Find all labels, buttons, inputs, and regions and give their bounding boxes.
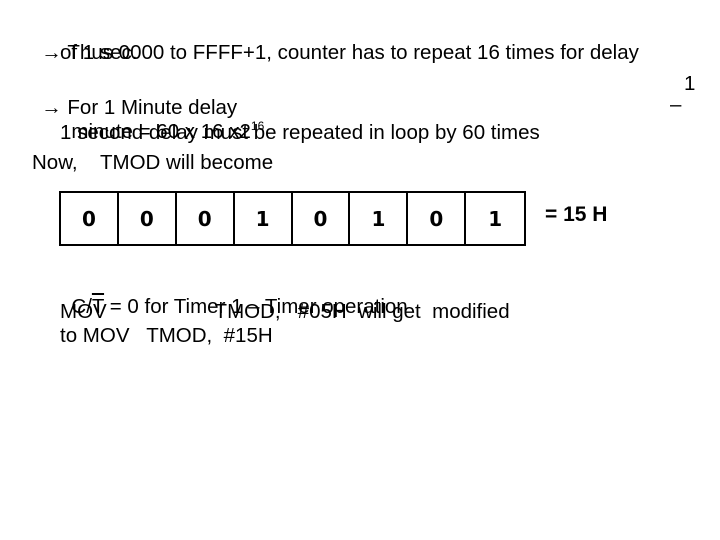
tmod-bit-7: 0 — [61, 193, 119, 244]
fraction-bar: – — [670, 93, 682, 116]
mov-line-2: to MOV TMOD, #15H — [60, 324, 273, 347]
text-line-5: 1 second delay must be repeated in loop … — [60, 121, 540, 144]
tmod-bit-1: 0 — [408, 193, 467, 244]
tmod-bit-0: 1 — [488, 206, 503, 231]
text-line-1: Thus 0000 to FFFF+1, counter has to repe… — [67, 41, 639, 64]
tmod-register: 0 0 0 1 0 1 0 1 — [59, 191, 527, 246]
fraction-numerator: 1 — [684, 72, 696, 95]
mov-line-1: MOV TMOD, #05H will get modified — [60, 300, 510, 323]
text-line-6: Now, TMOD will become — [32, 151, 274, 174]
tmod-bit-3: 0 — [293, 193, 351, 244]
tmod-bit-5: 0 — [177, 193, 235, 244]
tmod-bit-6: 0 — [119, 193, 177, 244]
text-line-2: of 1 sec. — [60, 41, 138, 64]
tmod-hex-value: = 15 H — [545, 203, 608, 226]
tmod-bit-2: 1 — [350, 193, 409, 244]
tmod-bit-4: 1 — [235, 193, 293, 244]
